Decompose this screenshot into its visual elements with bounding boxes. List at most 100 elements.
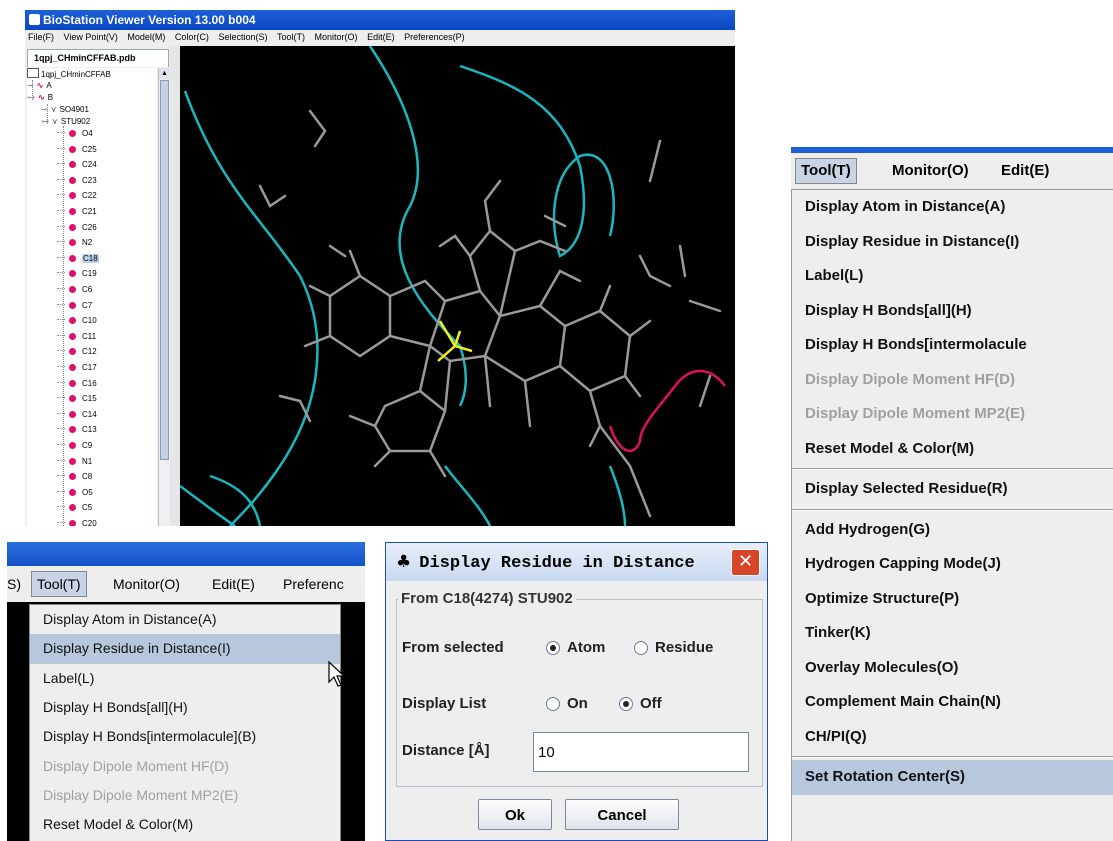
tree-atom[interactable]: C9 <box>57 440 92 452</box>
tree-atom[interactable]: C11 <box>57 331 96 343</box>
menu-item[interactable]: Display H Bonds[all](H) <box>792 294 1113 329</box>
atom-radio-label[interactable]: Atom <box>567 639 605 656</box>
residue-radio[interactable] <box>634 641 648 655</box>
tree-chain-b[interactable]: ⊶ ∿ B <box>27 92 53 104</box>
menu-item[interactable]: Display Selected Residue(R) <box>792 472 1113 507</box>
menu-item[interactable]: Display Residue in Distance(I) <box>792 225 1113 260</box>
tree-atom[interactable]: C22 <box>57 190 97 202</box>
tree-atom[interactable]: N2 <box>57 237 92 249</box>
tree-atom[interactable]: C6 <box>57 284 92 296</box>
cancel-button[interactable]: Cancel <box>565 799 679 830</box>
ok-button[interactable]: Ok <box>478 799 552 830</box>
tree-connector <box>57 475 65 477</box>
menu-item[interactable]: Display Atom in Distance(A) <box>792 190 1113 225</box>
menu-model[interactable]: Model(M) <box>127 32 165 42</box>
menu-monitor[interactable]: Monitor(O) <box>315 32 358 42</box>
tree-root[interactable]: 1qpj_CHminCFFAB <box>27 68 111 80</box>
menu-tool[interactable]: Tool(T) <box>277 32 305 42</box>
tree-scrollbar[interactable]: ▲ <box>158 68 170 526</box>
tree-atom[interactable]: C13 <box>57 424 97 436</box>
atom-label: C22 <box>82 191 97 201</box>
residue-radio-label[interactable]: Residue <box>655 639 713 656</box>
atom-dot-icon <box>69 317 76 325</box>
file-tab[interactable]: 1qpj_CHminCFFAB.pdb <box>27 49 169 67</box>
tree-residue-so4901[interactable]: ⊸ ⋎ SO4901 <box>41 104 89 116</box>
menu-item[interactable]: Overlay Molecules(O) <box>792 651 1113 686</box>
menu-item[interactable]: Complement Main Chain(N) <box>792 685 1113 720</box>
tree-atom[interactable]: C12 <box>57 346 97 358</box>
tree-atom[interactable]: O5 <box>57 487 93 499</box>
tree-atom[interactable]: C26 <box>57 222 97 234</box>
menu-selection-partial[interactable]: S) <box>7 573 21 595</box>
menu-item[interactable]: Display H Bonds[all](H) <box>30 693 340 722</box>
menu-item[interactable]: Tinker(K) <box>792 616 1113 651</box>
atom-label: C7 <box>82 300 93 310</box>
menu-item[interactable]: Add Hydrogen(G) <box>792 513 1113 548</box>
menu-item[interactable]: Display H Bonds[intermolacule](B) <box>30 722 340 751</box>
menu-item[interactable]: Label(L) <box>30 664 340 693</box>
tree-atom[interactable]: C7 <box>57 300 92 312</box>
molecule-viewer[interactable] <box>179 45 735 526</box>
tree-atom[interactable]: C16 <box>57 378 97 390</box>
tree-residue-stu902[interactable]: ⊶ ⋎ STU902 <box>41 116 90 128</box>
menu-item[interactable]: Set Rotation Center(S) <box>792 760 1113 795</box>
tree-connector <box>57 303 65 305</box>
list-off-radio[interactable] <box>619 697 633 711</box>
tree-atom[interactable]: C23 <box>57 175 97 187</box>
menu-monitor[interactable]: Monitor(O) <box>113 573 180 595</box>
menu-tool[interactable]: Tool(T) <box>31 571 87 597</box>
list-on-label[interactable]: On <box>567 695 588 712</box>
tree-atom[interactable]: C24 <box>57 159 97 171</box>
collapse-icon: ⊶ <box>41 117 49 126</box>
menu-item[interactable]: Display Atom in Distance(A) <box>30 605 340 634</box>
tree-atom[interactable]: C5 <box>57 502 92 514</box>
dialog-titlebar[interactable]: ♣ Display Residue in Distance <box>386 543 767 581</box>
tree-atom[interactable]: N1 <box>57 456 92 468</box>
tree-atom[interactable]: C10 <box>57 315 97 327</box>
list-on-radio[interactable] <box>546 697 560 711</box>
menu-view-point[interactable]: View Point(V) <box>64 32 118 42</box>
tree-atom[interactable]: C17 <box>57 362 97 374</box>
tree-atom[interactable]: C25 <box>57 144 97 156</box>
menu-item[interactable]: Reset Model & Color(M) <box>30 810 340 839</box>
tree-atom[interactable]: C14 <box>57 409 97 421</box>
tree-atom[interactable]: C8 <box>57 471 92 483</box>
menu-item[interactable]: Display H Bonds[intermolacule <box>792 328 1113 363</box>
atom-radio[interactable] <box>546 641 560 655</box>
menu-tool[interactable]: Tool(T) <box>795 158 857 184</box>
menu-item[interactable]: Reset Model & Color(M) <box>792 432 1113 467</box>
tree-chain-a[interactable]: ⊸ ∿ A <box>27 80 52 92</box>
structure-tree[interactable]: 1qpj_CHminCFFAB ⊸ ∿ A ⊶ ∿ B ⊸ ⋎ SO4901 ⊶ ⋎ STU90… <box>27 68 157 526</box>
tree-atom[interactable]: C21 <box>57 206 97 218</box>
list-off-label[interactable]: Off <box>640 695 662 712</box>
tree-atom[interactable]: C20 <box>57 518 97 526</box>
distance-input[interactable]: 10 <box>533 732 749 772</box>
menu-edit[interactable]: Edit(E) <box>1001 158 1049 184</box>
tree-atom[interactable]: C15 <box>57 393 97 405</box>
menu-file[interactable]: File(F) <box>28 32 54 42</box>
scroll-up-icon[interactable]: ▲ <box>159 68 170 79</box>
scrollbar-thumb[interactable] <box>160 80 169 460</box>
menu-color[interactable]: Color(C) <box>175 32 209 42</box>
menu-item[interactable]: CH/PI(Q) <box>792 720 1113 755</box>
menu-monitor[interactable]: Monitor(O) <box>892 158 969 184</box>
menu-preferences[interactable]: Preferences(P) <box>404 32 465 42</box>
menu-selection[interactable]: Selection(S) <box>218 32 267 42</box>
menu-item[interactable]: Hydrogen Capping Mode(J) <box>792 547 1113 582</box>
tree-atom[interactable]: C19 <box>57 268 97 280</box>
tree-connector <box>57 522 65 523</box>
atom-label: C14 <box>82 409 97 419</box>
menu-item[interactable]: Display Residue in Distance(I) <box>30 634 340 664</box>
menu-item[interactable]: Optimize Structure(P) <box>792 582 1113 617</box>
tree-connector <box>57 163 65 165</box>
tree-atom[interactable]: O4 <box>57 128 93 140</box>
menu-preferences-partial[interactable]: Preferenc <box>283 573 344 595</box>
menu-item[interactable]: Label(L) <box>792 259 1113 294</box>
close-button[interactable]: ✕ <box>731 549 760 576</box>
menu-edit[interactable]: Edit(E) <box>367 32 395 42</box>
pane-splitter[interactable] <box>170 46 180 526</box>
menu-edit[interactable]: Edit(E) <box>212 573 255 595</box>
tree-atom[interactable]: C18 <box>57 253 99 265</box>
atom-label: O4 <box>82 129 93 138</box>
window-titlebar[interactable]: BioStation Viewer Version 13.00 b004 <box>25 10 735 30</box>
